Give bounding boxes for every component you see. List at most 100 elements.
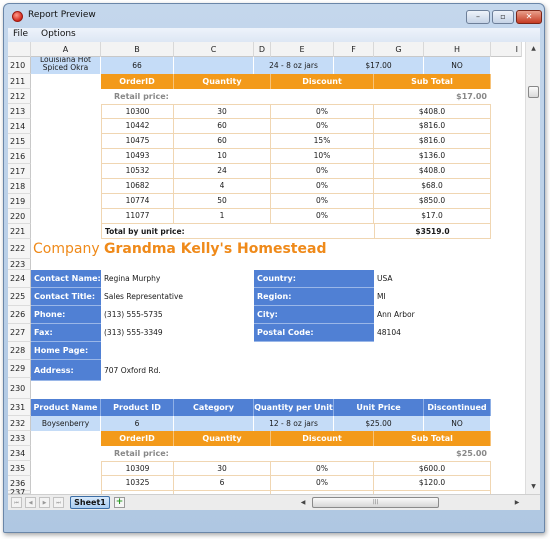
company-label: Company — [33, 241, 100, 257]
row-header[interactable]: 218 — [8, 179, 31, 194]
orders2-header-sub-total: Sub Total — [374, 431, 491, 446]
row-header[interactable]: 213 — [8, 104, 31, 119]
row-header[interactable]: 234 — [8, 446, 31, 461]
column-header-d[interactable]: D — [254, 42, 271, 57]
company-field-value: Regina Murphy — [104, 274, 161, 283]
products-header-id: Product ID — [101, 399, 174, 416]
orders2-retail-label: Retail price: — [114, 449, 169, 458]
row-header[interactable]: 233 — [8, 431, 31, 446]
row-header[interactable]: 222 — [8, 239, 31, 259]
row-header[interactable]: 215 — [8, 134, 31, 149]
row-header[interactable]: 219 — [8, 194, 31, 209]
company-field-label: Fax: — [31, 324, 101, 342]
products-header-name: Product Name — [31, 399, 101, 416]
product2-id: 6 — [101, 416, 174, 431]
report-preview-window: Report Preview – ▫ ✕ File Options A B C … — [3, 3, 545, 533]
column-header-c[interactable]: C — [174, 42, 254, 57]
row-header[interactable]: 220 — [8, 209, 31, 224]
orders2-sub-total-cell: $600.0 — [374, 461, 491, 476]
orders1-quantity-cell: 60 — [174, 119, 271, 134]
scroll-left-icon[interactable]: ◀ — [298, 496, 308, 510]
minimize-button[interactable]: – — [466, 10, 490, 24]
add-sheet-icon[interactable]: + — [114, 497, 125, 508]
menu-options[interactable]: Options — [41, 29, 76, 39]
orders1-sub-total-cell: $68.0 — [374, 179, 491, 194]
orders1-order-id-cell: 10493 — [101, 149, 174, 164]
product2-quantity-per-unit: 12 - 8 oz jars — [254, 416, 334, 431]
column-header-i[interactable]: I — [491, 42, 522, 57]
menu-file[interactable]: File — [13, 29, 28, 39]
orders1-order-id-cell: 10532 — [101, 164, 174, 179]
column-header-b[interactable]: B — [101, 42, 174, 57]
prev-sheet-icon[interactable]: ◀ — [25, 497, 36, 508]
row-header[interactable]: 223 — [8, 259, 31, 270]
company-field-label: Phone: — [31, 306, 101, 324]
orders2-discount-cell: 0% — [271, 476, 374, 491]
company-field-value: 48104 — [377, 328, 401, 337]
orders1-discount-cell: 0% — [271, 104, 374, 119]
product2-name: Boysenberry — [31, 416, 101, 431]
column-header-h[interactable]: H — [424, 42, 491, 57]
orders1-sub-total-cell: $816.0 — [374, 119, 491, 134]
horizontal-scrollbar[interactable]: ◀ ||| ▶ — [298, 496, 524, 510]
row-header[interactable]: 231 — [8, 399, 31, 416]
select-all-corner[interactable] — [8, 42, 31, 57]
orders1-discount-cell: 15% — [271, 134, 374, 149]
company-field-value: MI — [377, 292, 386, 301]
row-header[interactable]: 224 — [8, 270, 31, 288]
spreadsheet[interactable]: A B C D E F G H I 210 211 212 213 214 215 216 2… — [8, 42, 540, 510]
orders1-sub-total-cell: $17.0 — [374, 209, 491, 224]
row-header[interactable]: 227 — [8, 324, 31, 342]
orders2-header-quantity: Quantity — [174, 431, 271, 446]
last-sheet-icon[interactable]: ⏭ — [53, 497, 64, 508]
row-header[interactable]: 235 — [8, 461, 31, 476]
row-header[interactable]: 212 — [8, 89, 31, 104]
orders1-header-order-id: OrderID — [101, 74, 174, 89]
orders1-retail-label: Retail price: — [114, 92, 169, 101]
orders1-discount-cell: 0% — [271, 119, 374, 134]
row-header[interactable]: 210 — [8, 57, 31, 74]
orders1-quantity-cell: 4 — [174, 179, 271, 194]
sheet-tab-sheet1[interactable]: Sheet1 — [70, 496, 110, 509]
orders2-quantity-cell: 30 — [174, 461, 271, 476]
orders1-quantity-cell: 10 — [174, 149, 271, 164]
orders1-order-id-cell: 10682 — [101, 179, 174, 194]
row-header[interactable]: 226 — [8, 306, 31, 324]
first-sheet-icon[interactable]: ⏮ — [11, 497, 22, 508]
row-header[interactable]: 225 — [8, 288, 31, 306]
row-header[interactable]: 214 — [8, 119, 31, 134]
sheet-tab-bar: ⏮ ◀ ▶ ⏭ Sheet1 + ◀ ||| ▶ — [8, 494, 540, 510]
products-header-discontinued: Discontinued — [424, 399, 491, 416]
row-header[interactable]: 232 — [8, 416, 31, 431]
company-field-value: (313) 555-5735 — [104, 310, 163, 319]
company-field-label: Contact Name: — [31, 270, 101, 288]
column-header-g[interactable]: G — [374, 42, 424, 57]
scroll-up-icon[interactable]: ▲ — [526, 42, 540, 56]
company-field-value: 707 Oxford Rd. — [104, 366, 161, 375]
orders2-quantity-cell: 6 — [174, 476, 271, 491]
column-header-a[interactable]: A — [31, 42, 101, 57]
column-header-e[interactable]: E — [271, 42, 334, 57]
product1-category — [174, 57, 254, 74]
orders1-order-id-cell: 10300 — [101, 104, 174, 119]
company-field-label: Address: — [31, 360, 101, 381]
row-header[interactable]: 221 — [8, 224, 31, 239]
next-sheet-icon[interactable]: ▶ — [39, 497, 50, 508]
vertical-scrollbar[interactable]: ▲ ▼ — [525, 42, 540, 494]
row-header[interactable]: 217 — [8, 164, 31, 179]
scroll-right-icon[interactable]: ▶ — [512, 496, 522, 510]
row-header[interactable]: 228 — [8, 342, 31, 360]
horizontal-scroll-thumb[interactable]: ||| — [312, 497, 439, 508]
row-header[interactable]: 216 — [8, 149, 31, 164]
row-header[interactable]: 211 — [8, 74, 31, 89]
row-header[interactable]: 229 — [8, 360, 31, 378]
row-header[interactable]: 230 — [8, 378, 31, 399]
close-button[interactable]: ✕ — [516, 10, 542, 24]
orders1-quantity-cell: 24 — [174, 164, 271, 179]
scroll-down-icon[interactable]: ▼ — [526, 480, 540, 494]
vertical-scroll-thumb[interactable] — [528, 86, 539, 98]
menu-bar: File Options — [8, 28, 540, 42]
column-header-f[interactable]: F — [334, 42, 374, 57]
app-icon — [12, 11, 23, 22]
maximize-button[interactable]: ▫ — [492, 10, 514, 24]
